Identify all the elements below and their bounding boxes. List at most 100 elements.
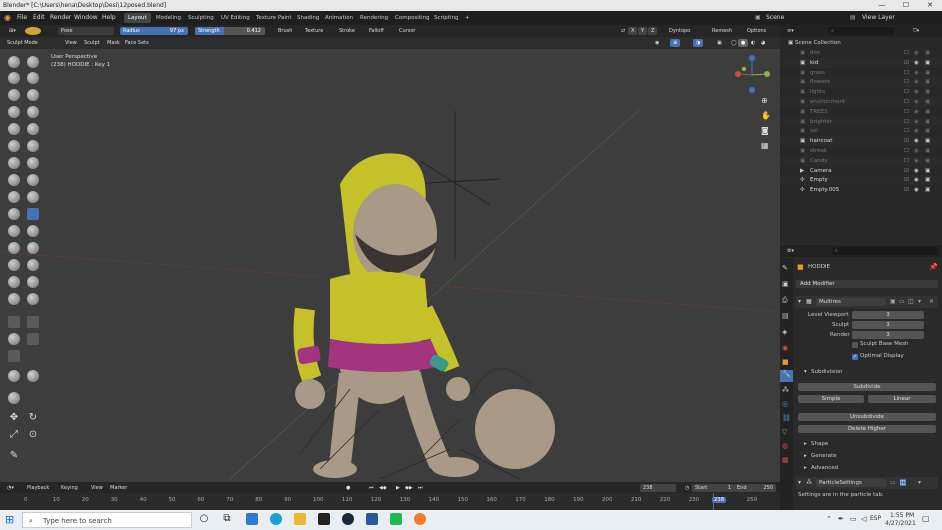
blender-logo-icon[interactable]: ◉ xyxy=(4,11,11,25)
exclude-checkbox[interactable]: ☐ xyxy=(904,107,909,117)
shape-section-label[interactable]: Shape xyxy=(811,441,828,447)
jump-end-icon[interactable]: ⏭ xyxy=(415,484,426,492)
minimize-button[interactable]: — xyxy=(870,0,894,11)
marker-menu[interactable]: Marker xyxy=(107,484,130,492)
add-modifier-dropdown[interactable]: Add Modifier xyxy=(796,280,938,288)
linear-button[interactable]: Linear xyxy=(868,395,936,403)
sculpt-menu[interactable]: Sculpt xyxy=(81,39,103,47)
brush-menu[interactable]: Brush xyxy=(275,27,295,35)
word-icon[interactable] xyxy=(366,513,378,525)
visibility-eye-icon[interactable]: ◉ xyxy=(914,87,919,97)
physics-tab-icon[interactable]: ◎ xyxy=(782,400,788,408)
particle-collapse-icon[interactable]: ▾ xyxy=(798,479,801,486)
outliner-row[interactable]: ▣ Candy ☐ ◉ ▣ xyxy=(780,155,942,166)
visibility-eye-icon[interactable]: ◉ xyxy=(914,48,919,58)
view-layer-tab-icon[interactable]: ▤ xyxy=(782,312,789,320)
scene-selector[interactable]: Scene xyxy=(766,11,784,25)
outliner-row[interactable]: ✣ Empty.005 ☑ ◉ ▣ xyxy=(780,185,942,196)
steam-icon[interactable] xyxy=(342,513,354,525)
crease-brush-icon[interactable] xyxy=(8,123,20,135)
rendered-shading-icon[interactable]: ◕ xyxy=(758,39,768,47)
radius-field[interactable]: Radius 97 px xyxy=(120,27,188,35)
outliner-row[interactable]: ▣ sol ☐ ◉ ▣ xyxy=(780,126,942,137)
draw-face-sets-brush-icon[interactable] xyxy=(27,276,39,288)
collapse-arrow-icon[interactable]: ▾ xyxy=(798,298,801,305)
draw-brush-icon[interactable] xyxy=(8,56,20,68)
file-explorer-icon[interactable] xyxy=(294,513,306,525)
clock-time[interactable]: 1:55 PM xyxy=(890,512,914,519)
end-frame-field[interactable]: End 250 xyxy=(734,484,776,492)
pose-brush-icon[interactable] xyxy=(27,208,39,220)
tool-tab-icon[interactable]: ✎ xyxy=(782,264,788,272)
mask-brush-icon[interactable] xyxy=(8,276,20,288)
mail-app-icon[interactable] xyxy=(246,513,258,525)
tab-uv-editing[interactable]: UV Editing xyxy=(217,13,254,23)
modifier-tab-icon[interactable]: 🔧 xyxy=(780,370,793,382)
outliner-row[interactable]: ▣ flowers ☐ ◉ ▣ xyxy=(780,77,942,88)
falloff-menu[interactable]: Falloff xyxy=(366,27,387,35)
timeline-view-menu[interactable]: View xyxy=(88,484,106,492)
inflate-brush-icon[interactable] xyxy=(8,106,20,118)
grab-brush-icon[interactable] xyxy=(27,174,39,186)
mesh-filter-icon[interactable] xyxy=(8,370,20,382)
properties-editor-icon[interactable]: ⚙▾ xyxy=(784,247,797,255)
playback-menu[interactable]: Playback xyxy=(24,484,52,492)
axis-y-toggle[interactable]: Y xyxy=(638,27,648,35)
exclude-checkbox[interactable]: ☑ xyxy=(904,185,909,195)
texture-tab-icon[interactable]: ▦ xyxy=(782,456,789,464)
generate-section-label[interactable]: Generate xyxy=(811,453,837,459)
visibility-eye-icon[interactable]: ◉ xyxy=(914,117,919,127)
outliner-row[interactable]: ▣ dist ☐ ◉ ▣ xyxy=(780,48,942,58)
timeline-editor-icon[interactable]: ◔▾ xyxy=(4,484,17,492)
exclude-checkbox[interactable]: ☑ xyxy=(904,58,909,68)
render-tab-icon[interactable]: ▣ xyxy=(782,280,789,288)
cursor-menu[interactable]: Cursor xyxy=(396,27,418,35)
filter-icon[interactable]: ⛉▾ xyxy=(910,27,922,35)
render-camera-icon[interactable]: ▣ xyxy=(925,146,930,156)
scrape-brush-icon[interactable] xyxy=(8,157,20,169)
record-button-icon[interactable]: ● xyxy=(343,484,353,492)
visibility-eye-icon[interactable]: ◉ xyxy=(914,175,919,185)
multiplane-scrape-brush-icon[interactable] xyxy=(27,157,39,169)
snake-hook-brush-icon[interactable] xyxy=(27,191,39,203)
outliner-row[interactable]: ▣ TREES ☐ ◉ ▣ xyxy=(780,106,942,117)
blender-taskbar-icon[interactable] xyxy=(414,513,426,525)
fill-brush-icon[interactable] xyxy=(27,140,39,152)
taskbar-search-box[interactable]: ⌕ Type here to search xyxy=(22,512,192,528)
box-mask-icon[interactable] xyxy=(8,316,20,328)
pinch-brush-icon[interactable] xyxy=(8,174,20,186)
tab-scripting[interactable]: Scripting xyxy=(430,13,462,23)
tab-shading[interactable]: Shading xyxy=(293,13,323,23)
pan-hand-icon[interactable]: ✋ xyxy=(761,111,771,120)
tab-modeling[interactable]: Modeling xyxy=(152,13,185,23)
render-camera-icon[interactable]: ▣ xyxy=(925,68,930,78)
current-frame-field[interactable]: 238 xyxy=(640,484,676,492)
solid-shading-icon[interactable]: ● xyxy=(738,39,749,47)
clock-date[interactable]: 4/27/2021 xyxy=(885,520,916,527)
delete-higher-button[interactable]: Delete Higher xyxy=(798,425,936,433)
gizmo-toggle-icon[interactable]: ⊕ xyxy=(670,39,681,47)
jump-start-icon[interactable]: ⏮ xyxy=(366,484,377,492)
sculpt-level-field[interactable]: 3 xyxy=(852,321,924,329)
visibility-eye-icon[interactable]: ◉ xyxy=(914,68,919,78)
green-app-icon[interactable] xyxy=(390,513,402,525)
particles-tab-icon[interactable]: ⁂ xyxy=(782,386,789,394)
exclude-checkbox[interactable]: ☐ xyxy=(904,97,909,107)
outliner-row[interactable]: ▣ kid ☑ ◉ ▣ xyxy=(780,57,942,68)
scene-tab-icon[interactable]: ◈ xyxy=(782,328,787,336)
multires-displacement-smear-icon[interactable] xyxy=(27,293,39,305)
thumb-brush-icon[interactable] xyxy=(8,208,20,220)
options-menu[interactable]: Options xyxy=(744,27,769,35)
level-viewport-field[interactable]: 3 xyxy=(852,311,924,319)
axis-z-toggle[interactable]: Z xyxy=(648,27,658,35)
ortho-grid-icon[interactable]: ▦ xyxy=(761,141,769,150)
render-level-field[interactable]: 3 xyxy=(852,331,924,339)
menu-edit[interactable]: Edit xyxy=(33,11,45,25)
subdivide-button[interactable]: Subdivide xyxy=(798,383,936,391)
clay-strips-brush-icon[interactable] xyxy=(27,72,39,84)
exclude-checkbox[interactable]: ☐ xyxy=(904,48,909,58)
edit-mode-toggle-icon[interactable]: ▣ xyxy=(890,298,896,305)
outliner-search-icon[interactable]: ⌕ xyxy=(828,27,894,35)
menu-help[interactable]: Help xyxy=(102,11,116,25)
pen-icon[interactable]: ✒ xyxy=(838,515,844,523)
